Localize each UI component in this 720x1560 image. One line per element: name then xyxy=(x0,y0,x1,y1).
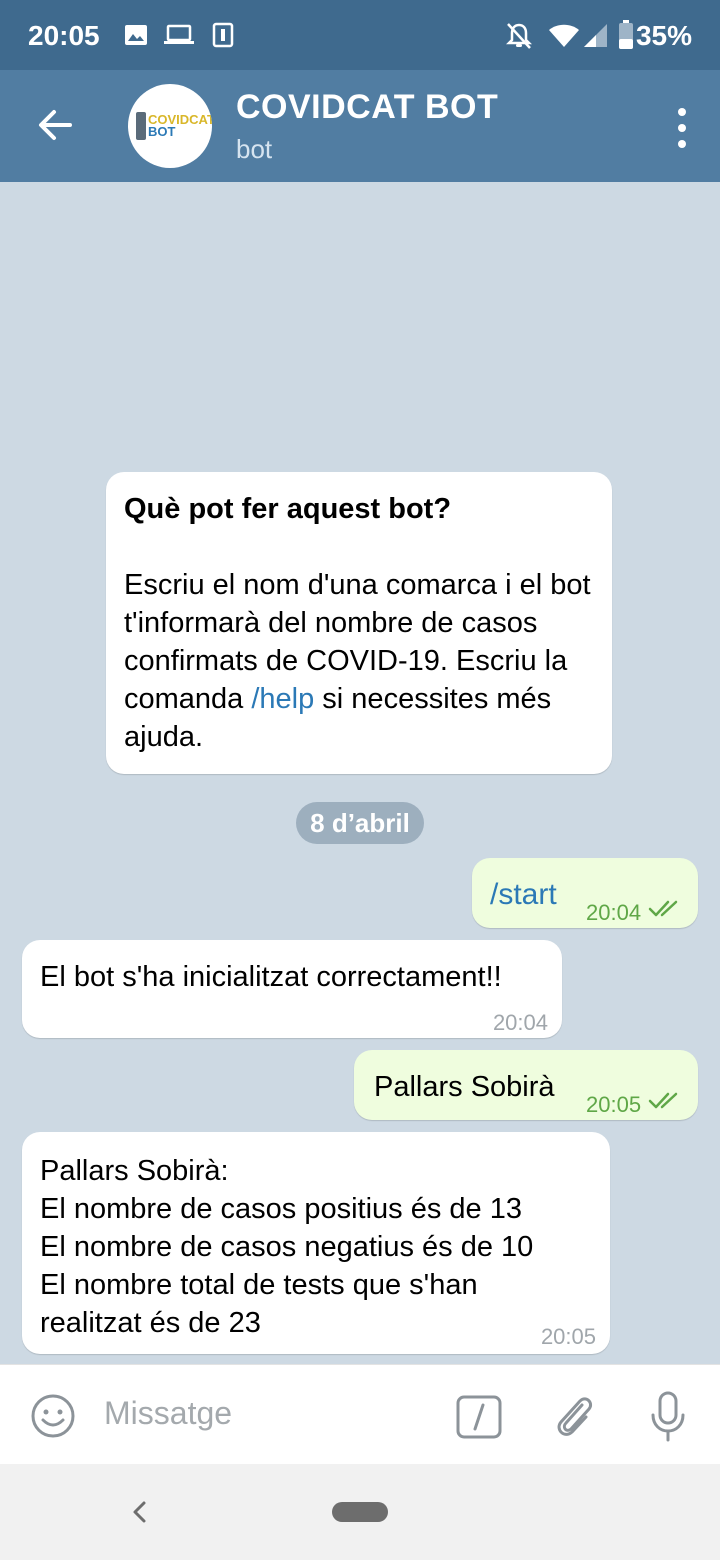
laptop-icon xyxy=(164,24,194,44)
message-time: 20:04 xyxy=(586,900,642,925)
bot-info-card: Què pot fer aquest bot? Escriu el nom d'… xyxy=(106,472,612,774)
attach-icon[interactable] xyxy=(552,1391,598,1441)
avatar[interactable]: COVIDCAT BOT xyxy=(128,84,212,168)
message-outgoing[interactable]: /start 20:04 xyxy=(472,858,698,928)
message-incoming[interactable]: Pallars Sobirà: El nombre de casos posit… xyxy=(22,1132,610,1354)
nav-back-icon[interactable] xyxy=(126,1494,152,1530)
notifications-off-icon xyxy=(506,23,532,49)
battery-percentage: 35% xyxy=(635,20,692,51)
bot-info-title: Què pot fer aquest bot? xyxy=(124,493,452,525)
message-text[interactable]: /start xyxy=(490,876,557,914)
help-command-link[interactable]: /help xyxy=(251,683,314,715)
emoji-icon[interactable] xyxy=(30,1393,76,1439)
chat-area[interactable]: Què pot fer aquest bot? Escriu el nom d'… xyxy=(0,182,720,1364)
nav-home-pill[interactable] xyxy=(332,1502,388,1522)
message-time: 20:05 xyxy=(586,1092,642,1117)
bot-command-icon[interactable] xyxy=(456,1395,502,1439)
message-text: Pallars Sobirà xyxy=(374,1071,555,1103)
message-incoming[interactable]: El bot s'ha inicialitzat correctament!! … xyxy=(22,940,562,1038)
system-navigation-bar xyxy=(0,1464,720,1560)
signal-icon xyxy=(584,24,607,47)
message-composer: Missatge xyxy=(0,1364,720,1464)
status-time: 20:05 xyxy=(28,20,100,51)
sim-icon xyxy=(212,22,234,48)
back-arrow-icon[interactable] xyxy=(30,100,80,150)
double-check-icon xyxy=(648,1092,678,1109)
battery-icon xyxy=(619,20,633,49)
message-time: 20:05 xyxy=(540,1324,596,1349)
bot-info-description: Escriu el nom d'una comarca i el bot t'i… xyxy=(124,569,591,753)
chat-subtitle: bot xyxy=(236,134,273,164)
message-time: 20:04 xyxy=(492,1010,548,1035)
chat-title[interactable]: COVIDCAT BOT xyxy=(236,88,498,127)
avatar-logo-text: COVIDCAT BOT xyxy=(148,112,212,139)
more-options-icon[interactable] xyxy=(674,106,690,150)
double-check-icon xyxy=(648,900,678,917)
message-outgoing[interactable]: Pallars Sobirà 20:05 xyxy=(354,1050,698,1120)
chat-header: COVIDCAT BOT COVIDCAT BOT bot xyxy=(0,70,720,182)
status-bar: 20:05 35% xyxy=(0,0,720,70)
microphone-icon[interactable] xyxy=(650,1391,686,1443)
wifi-icon xyxy=(549,24,579,47)
phone-icon xyxy=(136,112,146,140)
image-icon xyxy=(125,25,147,45)
message-input[interactable]: Missatge xyxy=(104,1395,232,1432)
message-text: El bot s'ha inicialitzat correctament!! xyxy=(40,961,502,993)
date-separator: 8 d’abril xyxy=(296,802,424,844)
message-text: Pallars Sobirà: El nombre de casos posit… xyxy=(40,1155,534,1339)
